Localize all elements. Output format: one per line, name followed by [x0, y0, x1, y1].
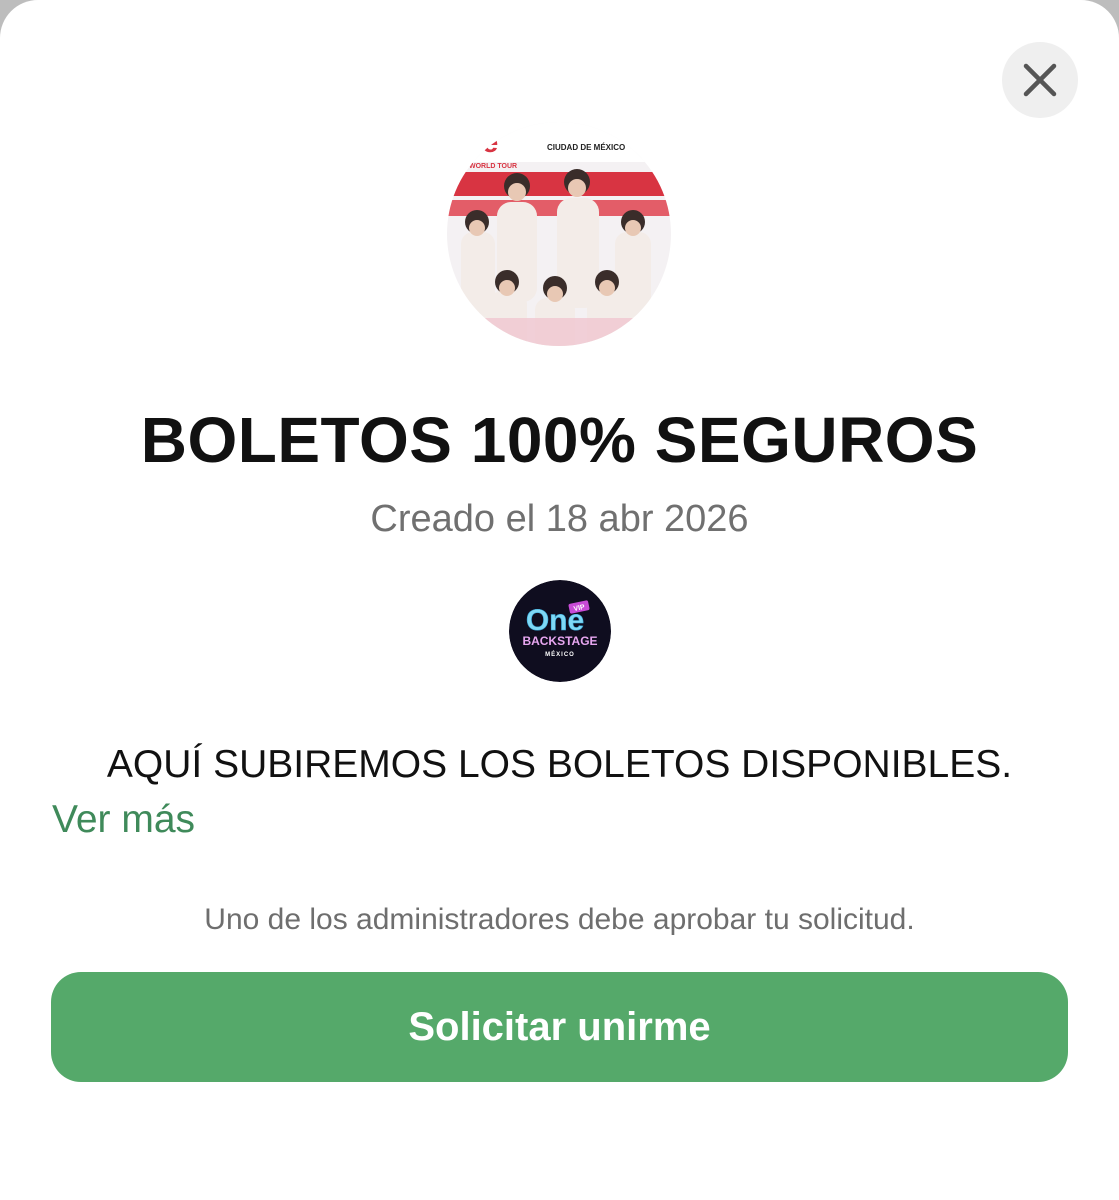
request-join-button[interactable]: Solicitar unirme [51, 972, 1068, 1082]
close-icon [1023, 63, 1057, 97]
join-group-sheet: ee CIUDAD DE MÉXICO WORLD TOUR BOLETOS 1… [0, 0, 1119, 1200]
svg-text:BACKSTAGE: BACKSTAGE [522, 634, 597, 648]
svg-text:MÉXICO: MÉXICO [545, 650, 575, 658]
close-button[interactable] [1002, 42, 1078, 118]
approval-note: Uno de los administradores debe aprobar … [204, 903, 915, 936]
group-description: AQUÍ SUBIREMOS LOS BOLETOS DISPONIBLES. [106, 743, 1013, 786]
created-date: Creado el 18 abr 2026 [370, 498, 749, 540]
group-title: BOLETOS 100% SEGUROS [140, 404, 979, 476]
see-more-link[interactable]: Ver más [52, 795, 195, 845]
svg-text:CIUDAD DE MÉXICO: CIUDAD DE MÉXICO [547, 143, 625, 152]
group-photo: ee CIUDAD DE MÉXICO WORLD TOUR [447, 122, 671, 346]
svg-text:WORLD TOUR: WORLD TOUR [469, 163, 517, 170]
svg-text:ee: ee [465, 126, 498, 159]
community-logo[interactable]: One VIP BACKSTAGE MÉXICO [509, 580, 611, 682]
